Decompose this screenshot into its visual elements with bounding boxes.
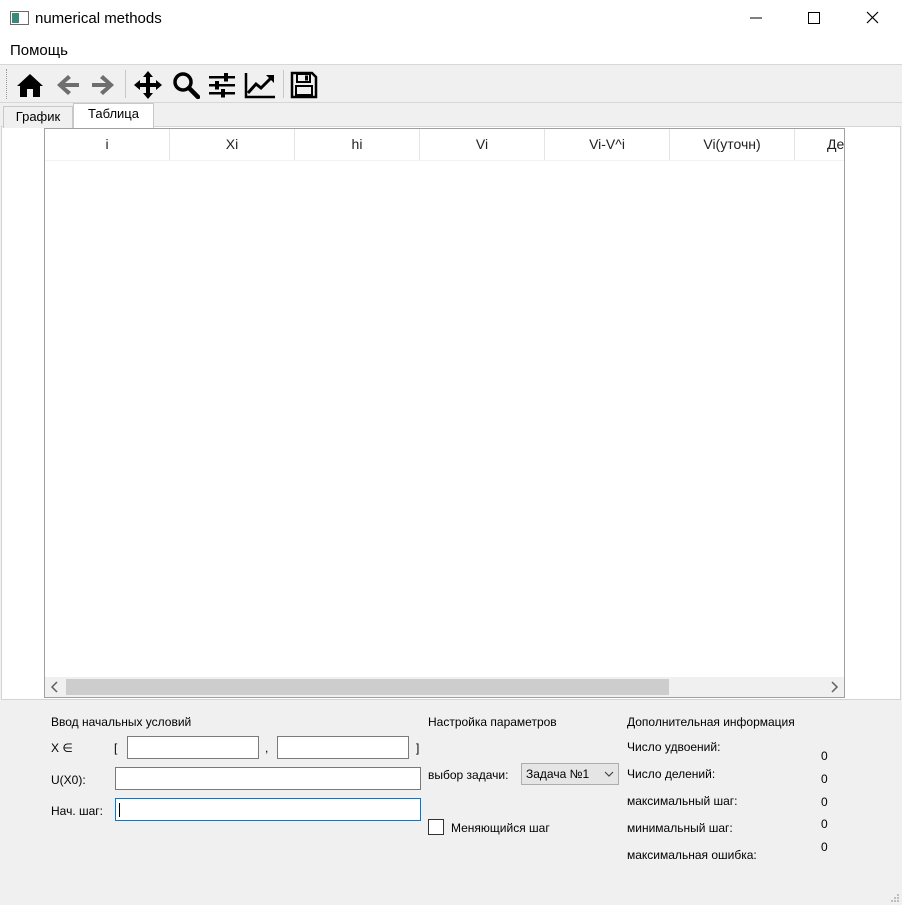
forward-button[interactable] bbox=[86, 69, 120, 101]
back-arrow-icon bbox=[57, 75, 79, 95]
resize-grip-icon[interactable] bbox=[890, 893, 900, 903]
close-button[interactable] bbox=[849, 0, 895, 36]
x-to-input[interactable] bbox=[277, 736, 409, 759]
variable-step-label[interactable]: Меняющийся шаг bbox=[451, 821, 550, 835]
home-button[interactable] bbox=[13, 69, 47, 101]
tab-bar: График Таблица bbox=[0, 103, 902, 128]
pan-icon bbox=[134, 71, 162, 99]
column-header-vi-minus-v2i[interactable]: Vi-V^i bbox=[545, 129, 670, 160]
table-header: i Xi hi Vi Vi-V^i Vi(уточн) Де bbox=[45, 129, 844, 160]
maximize-button[interactable] bbox=[791, 0, 837, 36]
column-header-vi-refined[interactable]: Vi(уточн) bbox=[670, 129, 795, 160]
divisions-value: 0 bbox=[821, 772, 828, 786]
maximize-icon bbox=[808, 12, 820, 24]
save-icon bbox=[290, 71, 318, 99]
task-select-value: Задача №1 bbox=[526, 767, 590, 781]
tab-plot[interactable]: График bbox=[3, 106, 73, 128]
max-error-label: максимальная ошибка: bbox=[627, 848, 757, 862]
close-icon bbox=[866, 11, 879, 24]
pan-button[interactable] bbox=[131, 69, 165, 101]
max-error-value: 0 bbox=[821, 840, 828, 854]
text-caret bbox=[119, 803, 120, 817]
parameters-title: Настройка параметров bbox=[428, 715, 557, 729]
minimize-icon bbox=[750, 17, 762, 19]
scroll-right-icon[interactable] bbox=[828, 681, 840, 693]
tab-table[interactable]: Таблица bbox=[73, 103, 154, 128]
u0-label: U(X0): bbox=[51, 773, 86, 787]
x-range-label: X ∈ bbox=[51, 741, 73, 755]
u0-input[interactable] bbox=[115, 767, 421, 790]
task-select-label: выбор задачи: bbox=[428, 768, 509, 782]
column-header-hi[interactable]: hi bbox=[295, 129, 420, 160]
column-header-i[interactable]: i bbox=[45, 129, 170, 160]
doublings-label: Число удвоений: bbox=[627, 740, 721, 754]
chevron-down-icon bbox=[604, 771, 614, 777]
zoom-button[interactable] bbox=[169, 69, 203, 101]
edit-axis-icon bbox=[244, 73, 275, 99]
home-icon bbox=[17, 74, 43, 97]
app-icon bbox=[10, 11, 29, 25]
header-divider bbox=[45, 160, 844, 161]
back-button[interactable] bbox=[51, 69, 85, 101]
zoom-icon bbox=[173, 72, 200, 99]
x-from-input[interactable] bbox=[127, 736, 259, 759]
column-header-divisions[interactable]: Де bbox=[795, 129, 844, 160]
menu-help[interactable]: Помощь bbox=[10, 42, 68, 59]
edit-axis-button[interactable] bbox=[243, 69, 277, 101]
initial-step-input[interactable] bbox=[115, 798, 421, 821]
results-table[interactable]: i Xi hi Vi Vi-V^i Vi(уточн) Де bbox=[44, 128, 845, 698]
horizontal-scrollbar[interactable] bbox=[45, 677, 844, 697]
toolbar-grip[interactable] bbox=[6, 69, 8, 99]
column-header-vi[interactable]: Vi bbox=[420, 129, 545, 160]
bracket-close: ] bbox=[416, 741, 420, 755]
min-step-label: минимальный шаг: bbox=[627, 821, 733, 835]
column-header-xi[interactable]: Xi bbox=[170, 129, 295, 160]
doublings-value: 0 bbox=[821, 749, 828, 763]
configure-subplots-button[interactable] bbox=[205, 69, 239, 101]
minimize-button[interactable] bbox=[733, 0, 779, 36]
forward-arrow-icon bbox=[92, 75, 114, 95]
toolbar-separator bbox=[125, 70, 126, 98]
window-title: numerical methods bbox=[35, 10, 162, 27]
title-bar: numerical methods bbox=[0, 0, 902, 36]
task-select[interactable]: Задача №1 bbox=[521, 763, 619, 785]
toolbar bbox=[0, 64, 902, 103]
save-button[interactable] bbox=[287, 69, 321, 101]
configure-subplots-icon bbox=[209, 73, 235, 98]
variable-step-checkbox[interactable] bbox=[428, 819, 444, 835]
initial-conditions-title: Ввод начальных условий bbox=[51, 715, 192, 729]
comma: , bbox=[265, 741, 269, 755]
scroll-left-icon[interactable] bbox=[49, 681, 61, 693]
toolbar-separator bbox=[283, 70, 284, 98]
scrollbar-thumb[interactable] bbox=[66, 679, 669, 695]
max-step-value: 0 bbox=[821, 795, 828, 809]
min-step-value: 0 bbox=[821, 817, 828, 831]
bracket-open: [ bbox=[114, 741, 118, 755]
menu-bar: Помощь bbox=[0, 36, 902, 64]
info-title: Дополнительная информация bbox=[627, 715, 795, 729]
divisions-label: Число делений: bbox=[627, 767, 716, 781]
max-step-label: максимальный шаг: bbox=[627, 794, 738, 808]
initial-step-label: Нач. шаг: bbox=[51, 804, 104, 818]
